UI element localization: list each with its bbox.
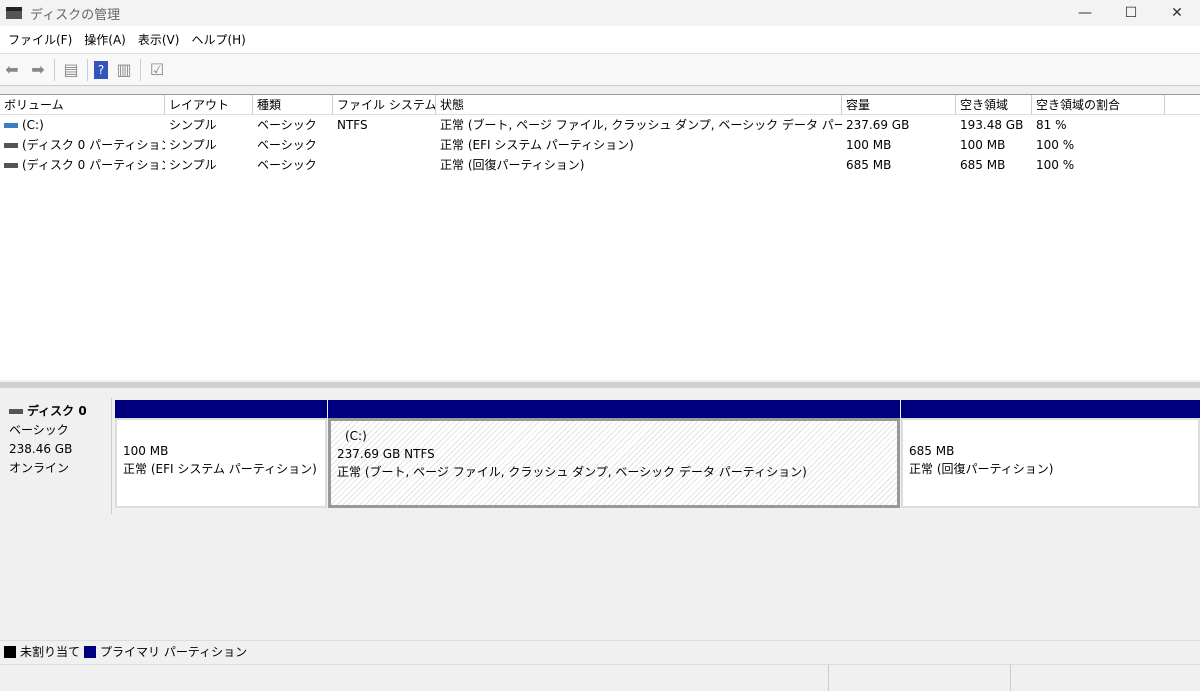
table-row[interactable]: (C:) シンプル ベーシック NTFS 正常 (ブート, ページ ファイル, … bbox=[0, 115, 1200, 135]
drive-icon bbox=[4, 143, 18, 148]
column-status[interactable]: 状態 bbox=[436, 95, 842, 114]
column-layout[interactable]: レイアウト bbox=[165, 95, 253, 114]
column-filesystem[interactable]: ファイル システム bbox=[333, 95, 436, 114]
cell-free: 685 MB bbox=[960, 158, 1006, 172]
disk-map: ディスク 0 ベーシック 238.46 GB オンライン 100 MB 正常 (E… bbox=[0, 388, 1200, 638]
column-percent-free[interactable]: 空き領域の割合 bbox=[1032, 95, 1165, 114]
close-button[interactable]: ✕ bbox=[1154, 0, 1200, 26]
cell-capacity: 100 MB bbox=[846, 138, 892, 152]
volume-list: ボリューム レイアウト 種類 ファイル システム 状態 容量 空き領域 空き領域… bbox=[0, 94, 1200, 380]
partition-size: 100 MB bbox=[123, 444, 169, 458]
menu-help[interactable]: ヘルプ(H) bbox=[185, 31, 251, 48]
disk-management-icon bbox=[6, 7, 22, 19]
cell-type: ベーシック bbox=[257, 158, 317, 172]
menu-action[interactable]: 操作(A) bbox=[78, 31, 132, 48]
maximize-button[interactable]: ☐ bbox=[1108, 0, 1154, 26]
cell-free: 100 MB bbox=[960, 138, 1006, 152]
partition-status: 正常 (EFI システム パーティション) bbox=[123, 462, 317, 476]
volume-name: (ディスク 0 パーティション 1) bbox=[22, 138, 165, 152]
cell-layout: シンプル bbox=[169, 138, 217, 152]
column-volume[interactable]: ボリューム bbox=[0, 95, 165, 114]
table-row[interactable]: (ディスク 0 パーティション 1) シンプル ベーシック 正常 (EFI シス… bbox=[0, 135, 1200, 155]
title-bar: ディスクの管理 bbox=[0, 0, 1200, 26]
cell-filesystem: NTFS bbox=[337, 118, 368, 132]
primary-swatch bbox=[84, 645, 97, 658]
disk-name: ディスク 0 bbox=[27, 404, 87, 418]
back-arrow-icon[interactable]: ⬅ bbox=[2, 60, 22, 79]
cell-status: 正常 (EFI システム パーティション) bbox=[440, 138, 634, 152]
disk-size: 238.46 GB bbox=[9, 442, 73, 456]
disk-status: オンライン bbox=[9, 461, 70, 475]
partition-label: (C:) bbox=[345, 429, 367, 443]
menu-view[interactable]: 表示(V) bbox=[132, 31, 186, 48]
cell-percent: 100 % bbox=[1036, 158, 1075, 172]
cell-capacity: 237.69 GB bbox=[846, 118, 910, 132]
cell-percent: 81 % bbox=[1036, 118, 1067, 132]
show-action-pane-icon[interactable]: ▥ bbox=[114, 60, 134, 79]
window-title: ディスクの管理 bbox=[30, 7, 121, 23]
legend-unallocated: 未割り当て bbox=[20, 645, 81, 659]
properties-icon[interactable]: ☑ bbox=[147, 60, 167, 79]
drive-icon bbox=[4, 163, 18, 168]
menu-bar: ファイル(F) 操作(A) 表示(V) ヘルプ(H) bbox=[0, 26, 1200, 54]
column-capacity[interactable]: 容量 bbox=[842, 95, 956, 114]
cell-status: 正常 (回復パーティション) bbox=[440, 158, 585, 172]
partition-status: 正常 (回復パーティション) bbox=[909, 462, 1054, 476]
show-hide-console-tree-icon[interactable]: ▤ bbox=[61, 60, 81, 79]
table-row[interactable]: (ディスク 0 パーティション 4) シンプル ベーシック 正常 (回復パーティ… bbox=[0, 155, 1200, 175]
cell-percent: 100 % bbox=[1036, 138, 1075, 152]
cell-layout: シンプル bbox=[169, 158, 217, 172]
volume-name: (ディスク 0 パーティション 4) bbox=[22, 158, 165, 172]
drive-icon bbox=[4, 123, 18, 128]
unallocated-swatch bbox=[4, 645, 16, 658]
partition-size: 685 MB bbox=[909, 444, 955, 458]
disk-type: ベーシック bbox=[9, 423, 69, 437]
cell-type: ベーシック bbox=[257, 118, 317, 132]
partition-c[interactable]: (C:) 237.69 GB NTFS 正常 (ブート, ページ ファイル, クラッ… bbox=[328, 400, 900, 510]
minimize-button[interactable]: — bbox=[1062, 0, 1108, 26]
volume-name: (C:) bbox=[22, 118, 44, 132]
cell-filesystem bbox=[333, 135, 436, 155]
help-icon[interactable]: ? bbox=[94, 60, 108, 79]
column-type[interactable]: 種類 bbox=[253, 95, 333, 114]
status-bar bbox=[0, 664, 1200, 691]
forward-arrow-icon[interactable]: ➡ bbox=[28, 60, 48, 79]
cell-layout: シンプル bbox=[169, 118, 217, 132]
cell-capacity: 685 MB bbox=[846, 158, 892, 172]
toolbar: ⬅ ➡ ▤ ? ▥ ☑ bbox=[0, 54, 1200, 86]
partition-status: 正常 (ブート, ページ ファイル, クラッシュ ダンプ, ベーシック データ … bbox=[337, 465, 807, 479]
legend-primary: プライマリ パーティション bbox=[100, 645, 248, 659]
partition-efi[interactable]: 100 MB 正常 (EFI システム パーティション) bbox=[115, 400, 327, 510]
disk-icon bbox=[9, 409, 23, 414]
cell-filesystem bbox=[333, 155, 436, 175]
cell-type: ベーシック bbox=[257, 138, 317, 152]
cell-free: 193.48 GB bbox=[960, 118, 1024, 132]
column-free-space[interactable]: 空き領域 bbox=[956, 95, 1032, 114]
partition-recovery[interactable]: 685 MB 正常 (回復パーティション) bbox=[901, 400, 1200, 510]
menu-file[interactable]: ファイル(F) bbox=[2, 31, 78, 48]
cell-status: 正常 (ブート, ページ ファイル, クラッシュ ダンプ, ベーシック データ … bbox=[440, 118, 842, 132]
disk-info[interactable]: ディスク 0 ベーシック 238.46 GB オンライン bbox=[2, 398, 112, 514]
partition-size: 237.69 GB NTFS bbox=[337, 447, 435, 461]
legend: 未割り当て プライマリ パーティション bbox=[0, 640, 1200, 662]
list-header: ボリューム レイアウト 種類 ファイル システム 状態 容量 空き領域 空き領域… bbox=[0, 95, 1200, 115]
